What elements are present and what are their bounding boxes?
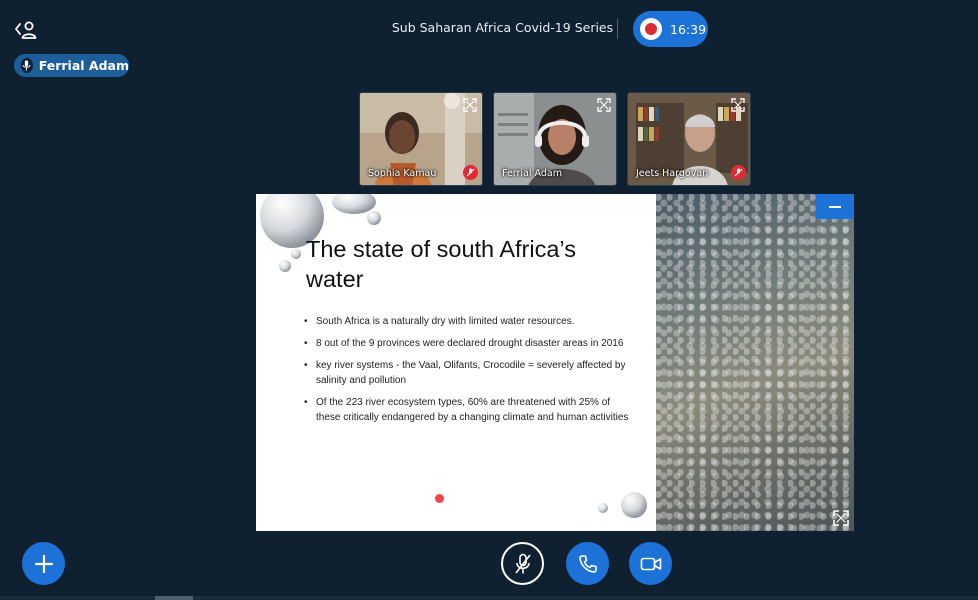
participant-name: Jeets Hargovan — [636, 168, 709, 179]
video-tile[interactable]: Sophia Kamau — [359, 92, 483, 186]
participant-name: Sophia Kamau — [368, 168, 437, 179]
participant-name: Ferrial Adam — [502, 168, 562, 179]
slide-bullet: key river systems - the Vaal, Olifants, … — [304, 358, 634, 388]
mute-microphone-button[interactable] — [501, 542, 544, 585]
presentation-slide: The state of south Africa’s water South … — [256, 194, 854, 531]
video-tile[interactable]: Ferrial Adam — [493, 92, 617, 186]
microphone-icon — [21, 58, 33, 73]
microphone-off-icon — [514, 553, 531, 573]
slide-bullets: South Africa is a naturally dry with lim… — [304, 314, 634, 432]
minimize-icon — [829, 205, 841, 208]
fullscreen-icon — [463, 98, 477, 112]
plus-icon — [34, 554, 53, 573]
fullscreen-button[interactable] — [596, 97, 612, 113]
talker-name: Ferrial Adam — [38, 58, 129, 73]
muted-icon — [731, 165, 746, 180]
slide-bullet: Of the 223 river ecosystem types, 60% ar… — [304, 395, 634, 425]
presentation-fullscreen-button[interactable] — [832, 509, 850, 527]
horizontal-scrollbar[interactable] — [0, 596, 978, 600]
fullscreen-icon — [731, 98, 745, 112]
actions-button[interactable] — [22, 542, 65, 585]
recording-button[interactable]: 16:39 — [633, 11, 708, 47]
users-toggle-icon — [15, 21, 37, 39]
fullscreen-icon — [597, 98, 611, 112]
fullscreen-button[interactable] — [462, 97, 478, 113]
title-divider — [617, 19, 618, 39]
recording-time: 16:39 — [670, 21, 707, 37]
slide-bullet: 8 out of the 9 provinces were declared d… — [304, 336, 634, 351]
phone-icon — [578, 554, 597, 573]
scrollbar-thumb[interactable] — [155, 596, 193, 600]
share-webcam-button[interactable] — [629, 542, 672, 585]
leave-audio-button[interactable] — [566, 542, 609, 585]
users-toggle-button[interactable] — [13, 18, 39, 42]
slide-heading: The state of south Africa’s water — [306, 236, 576, 292]
slide-bullet: South Africa is a naturally dry with lim… — [304, 314, 634, 329]
camera-icon — [640, 557, 661, 570]
meeting-title: Sub Saharan Africa Covid-19 Series — [391, 20, 614, 35]
video-tile[interactable]: Jeets Hargovan — [627, 92, 751, 186]
slide-photo — [656, 194, 854, 531]
presenter-pointer — [435, 494, 444, 503]
current-talker-badge[interactable]: Ferrial Adam — [14, 54, 129, 77]
fullscreen-button[interactable] — [730, 97, 746, 113]
muted-icon — [463, 165, 478, 180]
record-icon — [640, 18, 662, 40]
fullscreen-icon — [833, 510, 849, 526]
minimize-presentation-button[interactable] — [816, 194, 854, 219]
